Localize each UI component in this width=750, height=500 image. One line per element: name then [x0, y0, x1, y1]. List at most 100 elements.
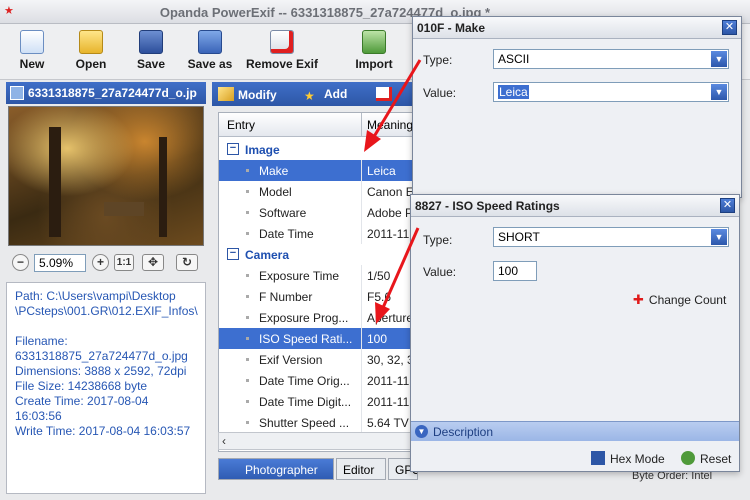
column-separator	[361, 181, 362, 202]
tree-bullet	[246, 358, 249, 361]
photo-bench	[104, 202, 144, 216]
zoom-in-icon[interactable]: +	[92, 254, 109, 271]
tree-bullet	[246, 232, 249, 235]
tree-value: 100	[367, 332, 388, 346]
tab-photographer[interactable]: Photographer	[218, 458, 334, 480]
column-separator	[361, 349, 362, 370]
tree-row[interactable]: ISO Speed Rati... 100	[219, 328, 417, 349]
hex-mode-button[interactable]: Hex Mode	[591, 451, 665, 466]
file-info-panel: Path: C:\Users\vampi\Desktop \PCsteps\00…	[6, 282, 206, 494]
tree-entry: Make	[259, 164, 289, 178]
close-icon[interactable]: ✕	[720, 198, 735, 213]
open-folder-icon	[79, 30, 103, 54]
tree-entry: Date Time	[259, 227, 314, 241]
star-add-icon: ★	[304, 89, 315, 103]
column-separator	[361, 307, 362, 328]
tree-entry: Exposure Time	[259, 269, 340, 283]
tree-bullet	[246, 274, 249, 277]
tree-row[interactable]: Date Time Digit... 2011-11	[219, 391, 417, 412]
tree-bullet	[246, 400, 249, 403]
column-separator	[361, 370, 362, 391]
tree-row[interactable]: Software Adobe P	[219, 202, 417, 223]
tree-bullet	[246, 316, 249, 319]
tree-value: F5.6	[367, 290, 392, 304]
photo-tree-trunk	[49, 127, 61, 237]
make-dialog: 010F - Make ✕ Type: ASCII ▼ Value: Leica…	[412, 16, 742, 198]
tree-row[interactable]: Date Time Orig... 2011-11	[219, 370, 417, 391]
save-disk-icon	[139, 30, 163, 54]
column-separator	[361, 286, 362, 307]
chevron-down-icon[interactable]: ▼	[711, 229, 727, 245]
make-type-label: Type:	[423, 53, 453, 67]
tree-row[interactable]: F Number F5.6	[219, 286, 417, 307]
save-button[interactable]: Save	[133, 30, 169, 78]
close-icon[interactable]: ✕	[722, 20, 737, 35]
iso-type-select[interactable]: SHORT ▼	[493, 227, 729, 247]
tree-entry: Date Time Digit...	[259, 395, 352, 409]
rotate-icon[interactable]: ↻	[176, 254, 198, 271]
make-dialog-title: 010F - Make ✕	[413, 17, 741, 39]
modify-button[interactable]: Modify	[218, 87, 277, 102]
scroll-left-icon[interactable]: ‹	[222, 434, 226, 448]
change-count-button[interactable]: ✚ Change Count	[633, 292, 726, 308]
tree-row[interactable]: Make Leica	[219, 160, 417, 181]
tree-entry: Software	[259, 206, 307, 220]
tab-editor[interactable]: Editor	[336, 458, 386, 480]
save-as-button[interactable]: Save as	[186, 30, 234, 78]
chevron-down-icon[interactable]: ▼	[711, 51, 727, 67]
iso-value-input[interactable]: 100	[493, 261, 537, 281]
tree-entry: Exposure Prog...	[259, 311, 349, 325]
zoom-actual-size-button[interactable]: 1:1	[114, 254, 134, 271]
remove-entry-button[interactable]	[376, 87, 396, 102]
iso-dialog: 8827 - ISO Speed Ratings ✕ Type: SHORT ▼…	[410, 194, 740, 472]
tree-bullet	[246, 211, 249, 214]
tree-row[interactable]: Model Canon E	[219, 181, 417, 202]
column-separator	[361, 391, 362, 412]
zoom-level-field[interactable]: 5.09%	[34, 254, 86, 272]
description-bar[interactable]: ▼ Description	[411, 421, 739, 441]
horizontal-scrollbar[interactable]: ‹	[218, 432, 418, 450]
tree-row[interactable]: Exposure Prog... Aperture	[219, 307, 417, 328]
tree-entry: Exif Version	[259, 353, 323, 367]
new-button[interactable]: New	[14, 30, 50, 78]
tree-value: 2011-11	[367, 395, 410, 409]
tree-row[interactable]: Exposure Time 1/50	[219, 265, 417, 286]
tree-entry: Image	[245, 143, 280, 157]
tree-entry: Shutter Speed ...	[259, 416, 350, 430]
column-separator	[361, 160, 362, 181]
chevron-down-icon[interactable]: ▼	[711, 84, 727, 100]
exif-tree: Entry Meaning − Image Make Leica Model Canon …	[218, 112, 418, 452]
iso-dialog-title: 8827 - ISO Speed Ratings ✕	[411, 195, 739, 217]
column-separator[interactable]	[361, 113, 362, 137]
collapse-icon[interactable]: −	[227, 248, 239, 260]
tree-group[interactable]: − Image	[219, 139, 417, 160]
column-separator	[361, 202, 362, 223]
tree-row[interactable]: Shutter Speed ... 5.64 TV	[219, 412, 417, 433]
add-button[interactable]: ★ Add	[304, 87, 347, 103]
tree-row[interactable]: Exif Version 30, 32, 3	[219, 349, 417, 370]
column-meaning[interactable]: Meaning	[367, 118, 413, 132]
image-title-bar: 6331318875_27a724477d_o.jp	[6, 82, 206, 104]
tree-value: 30, 32, 3	[367, 353, 414, 367]
fit-to-window-icon[interactable]: ✥	[142, 254, 164, 271]
make-type-select[interactable]: ASCII ▼	[493, 49, 729, 69]
column-separator	[361, 328, 362, 349]
zoom-out-icon[interactable]: −	[12, 254, 29, 271]
open-button[interactable]: Open	[72, 30, 110, 78]
collapse-icon[interactable]: −	[227, 143, 239, 155]
tree-value: 5.64 TV	[367, 416, 409, 430]
reset-button[interactable]: Reset	[681, 451, 731, 466]
tree-value: Adobe P	[367, 206, 414, 220]
column-separator	[361, 412, 362, 433]
tree-bullet	[246, 295, 249, 298]
tree-row[interactable]: Date Time 2011-11	[219, 223, 417, 244]
remove-exif-button[interactable]: Remove Exif	[244, 30, 320, 78]
tree-bullet	[246, 169, 249, 172]
column-entry[interactable]: Entry	[227, 118, 255, 132]
import-button[interactable]: Import	[352, 30, 396, 78]
tree-group[interactable]: − Camera	[219, 244, 417, 265]
make-value-select[interactable]: Leica ▼	[493, 82, 729, 102]
tree-bullet	[246, 190, 249, 193]
chevron-down-icon: ▼	[415, 425, 428, 438]
tree-value: 2011-11	[367, 374, 410, 388]
